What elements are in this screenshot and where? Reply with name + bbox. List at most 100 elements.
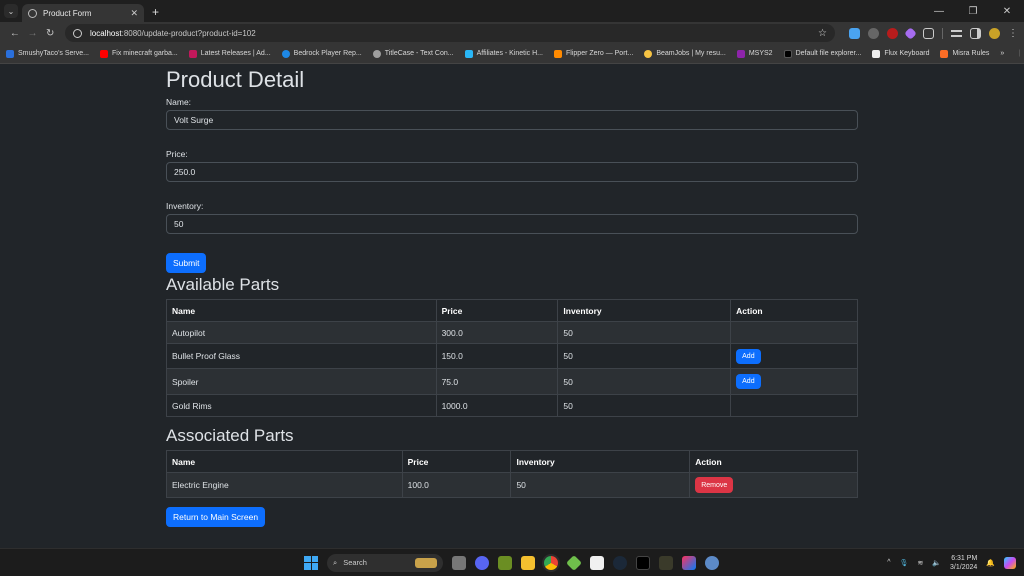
- bookmarks-divider: |: [1018, 50, 1021, 57]
- browser-toolbar: ← → ↻ localhost:8080/update-product?prod…: [0, 22, 1024, 44]
- tab-search-button[interactable]: ⌄: [4, 4, 18, 18]
- bookmark-item[interactable]: Flipper Zero — Port...: [554, 49, 633, 58]
- bookmark-item[interactable]: Misra Rules: [940, 49, 989, 58]
- part-price: 1000.0: [435, 394, 559, 417]
- bookmark-favicon-icon: [372, 49, 381, 58]
- part-price: 75.0: [435, 368, 559, 395]
- bookmark-item[interactable]: Fix minecraft garba...: [99, 49, 178, 58]
- table-row: Gold Rims 1000.0 50: [166, 394, 858, 417]
- forward-button[interactable]: →: [24, 28, 42, 39]
- extension-icon[interactable]: [887, 27, 899, 39]
- part-action: Add: [730, 343, 858, 369]
- part-price: 150.0: [435, 343, 559, 369]
- bookmark-item[interactable]: SmushyTaco's Serve...: [6, 49, 89, 58]
- bookmark-favicon-icon: [872, 49, 881, 58]
- bookmark-favicon-icon: [644, 49, 653, 58]
- column-header-price: Price: [401, 450, 512, 473]
- table-row: Bullet Proof Glass 150.0 50 Add: [166, 343, 858, 369]
- return-to-main-button[interactable]: Return to Main Screen: [166, 507, 266, 527]
- bookmark-item[interactable]: MSYS2: [736, 49, 773, 58]
- bookmark-item[interactable]: Default file explorer...: [783, 49, 861, 58]
- close-window-button[interactable]: ✕: [990, 6, 1024, 17]
- bookmark-item[interactable]: Affiliates - Kinetic H...: [464, 49, 543, 58]
- minecraft-launcher-icon[interactable]: [566, 554, 582, 571]
- file-explorer-icon[interactable]: [521, 555, 535, 570]
- table-row: Spoiler 75.0 50 Add: [166, 368, 858, 395]
- globe-icon: [28, 8, 37, 18]
- bookmark-favicon-icon: [6, 49, 14, 58]
- part-name: Gold Rims: [166, 394, 437, 417]
- address-bar[interactable]: localhost:8080/update-product?product-id…: [65, 24, 836, 42]
- inventory-input[interactable]: 50: [166, 214, 858, 234]
- part-name: Autopilot: [166, 321, 437, 344]
- bookmark-item[interactable]: BeamJobs | My resu...: [644, 49, 726, 58]
- name-field-group: Name: Volt Surge: [166, 97, 858, 130]
- extension-icon[interactable]: [849, 27, 861, 39]
- part-price: 100.0: [401, 472, 512, 498]
- wifi-icon[interactable]: ≋: [917, 559, 923, 567]
- bookmark-item[interactable]: TitleCase - Text Con...: [372, 49, 454, 58]
- add-part-button[interactable]: Add: [736, 348, 761, 364]
- bookmark-favicon-icon: [464, 49, 473, 58]
- url-text[interactable]: localhost:8080/update-product?product-id…: [90, 29, 818, 38]
- profile-avatar[interactable]: [989, 27, 1001, 39]
- media-controls-icon[interactable]: [951, 29, 963, 37]
- more-bookmarks-button[interactable]: »: [1000, 50, 1004, 57]
- microsoft-store-icon[interactable]: [590, 555, 604, 570]
- column-header-inventory: Inventory: [557, 299, 732, 322]
- start-button-windows-icon[interactable]: [304, 555, 318, 570]
- reload-button[interactable]: ↻: [41, 28, 59, 39]
- back-button[interactable]: ←: [6, 28, 24, 39]
- clock[interactable]: 6:31 PM 3/1/2024: [950, 554, 977, 572]
- copilot-icon[interactable]: [1004, 556, 1016, 569]
- name-input[interactable]: Volt Surge: [166, 110, 858, 130]
- bookmark-star-icon[interactable]: ☆: [818, 28, 827, 39]
- submit-button[interactable]: Submit: [166, 253, 207, 273]
- intellij-icon[interactable]: [682, 555, 696, 570]
- menu-kebab-icon[interactable]: ⋮: [1008, 28, 1018, 39]
- terminal-icon[interactable]: [636, 555, 650, 570]
- toolbar-divider: [942, 27, 944, 39]
- app-icon[interactable]: [659, 555, 673, 570]
- bookmark-item[interactable]: Latest Releases | Ad...: [188, 49, 271, 58]
- bookmark-favicon-icon: [736, 49, 745, 58]
- remove-part-button[interactable]: Remove: [695, 477, 734, 493]
- extension-icon[interactable]: [868, 27, 880, 39]
- notification-bell-icon[interactable]: 🔔: [986, 559, 995, 567]
- part-name: Bullet Proof Glass: [166, 343, 437, 369]
- part-action: [730, 321, 858, 344]
- taskbar-search[interactable]: ⌕ Search: [327, 553, 443, 572]
- settings-gear-icon[interactable]: [705, 555, 719, 570]
- extension-icon[interactable]: [904, 26, 917, 40]
- add-part-button[interactable]: Add: [736, 374, 761, 389]
- steam-icon[interactable]: [613, 555, 627, 570]
- system-tray: ^ 🎙 ≋ 🔈 6:31 PM 3/1/2024 🔔: [887, 554, 1024, 572]
- bookmark-favicon-icon: [783, 49, 792, 58]
- restore-button[interactable]: ❐: [956, 6, 990, 17]
- inventory-label: Inventory:: [166, 201, 204, 211]
- microphone-icon[interactable]: 🎙: [900, 559, 909, 567]
- extensions-puzzle-icon[interactable]: [923, 27, 935, 39]
- discord-icon[interactable]: [475, 555, 489, 570]
- part-name: Electric Engine: [166, 472, 403, 498]
- price-input[interactable]: 250.0: [166, 162, 858, 182]
- close-tab-icon[interactable]: ✕: [130, 8, 138, 19]
- chrome-icon[interactable]: [544, 555, 558, 570]
- side-panel-icon[interactable]: [970, 27, 982, 39]
- show-hidden-icons-chevron-icon[interactable]: ^: [887, 559, 890, 566]
- bookmark-item[interactable]: Bedrock Player Rep...: [281, 49, 362, 58]
- bookmark-item[interactable]: Flux Keyboard: [872, 49, 929, 58]
- minimize-button[interactable]: —: [922, 6, 956, 17]
- part-price: 300.0: [435, 321, 559, 344]
- column-header-price: Price: [435, 299, 559, 322]
- site-info-icon[interactable]: [73, 28, 83, 38]
- volume-icon[interactable]: 🔈: [932, 559, 941, 567]
- clock-time: 6:31 PM: [951, 554, 978, 562]
- bookmark-favicon-icon: [940, 49, 949, 58]
- browser-tab[interactable]: Product Form ✕: [22, 4, 144, 22]
- name-label: Name:: [166, 97, 192, 107]
- part-action: Add: [730, 368, 858, 395]
- task-view-icon[interactable]: [452, 555, 466, 570]
- new-tab-button[interactable]: +: [152, 5, 159, 19]
- minecraft-icon[interactable]: [498, 555, 512, 570]
